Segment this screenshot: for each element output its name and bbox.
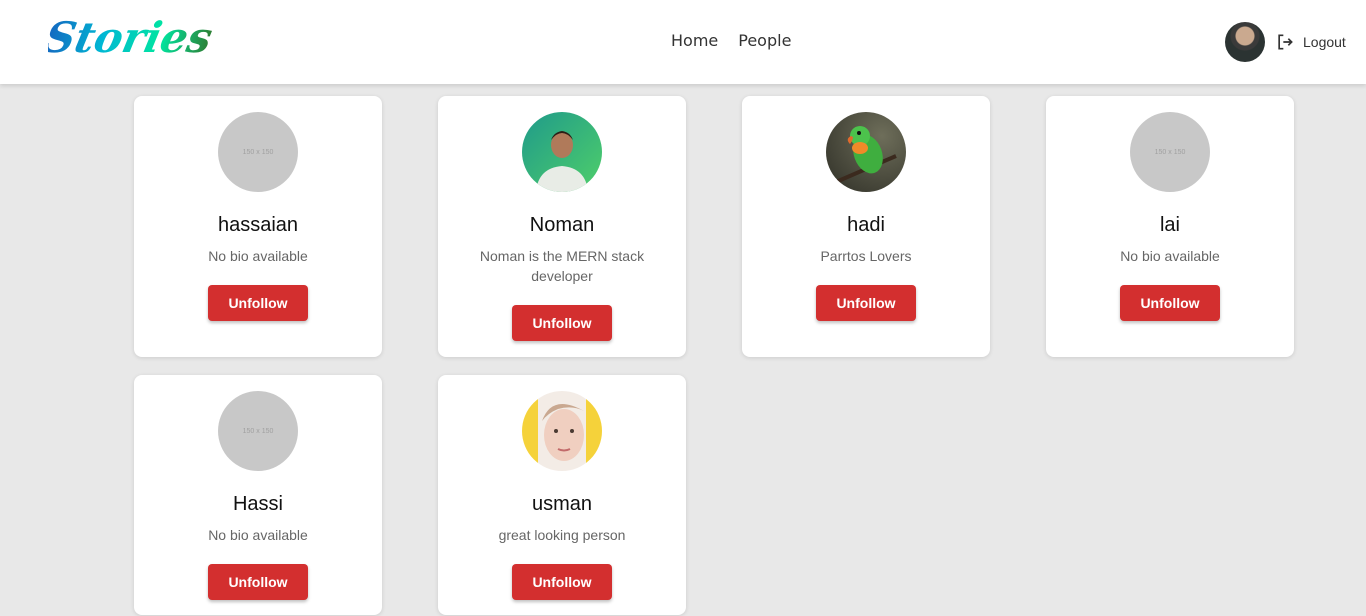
- logout-icon: [1278, 34, 1293, 50]
- navbar: Stories Home People Logout: [0, 0, 1366, 84]
- unfollow-button[interactable]: Unfollow: [512, 564, 612, 600]
- user-avatar[interactable]: [1225, 22, 1265, 62]
- person-name: lai: [1159, 214, 1180, 236]
- person-bio: No bio available: [208, 248, 308, 264]
- person-card: 150 x 150 lai No bio available Unfollow: [1046, 96, 1294, 357]
- person-card: hadi Parrtos Lovers Unfollow: [742, 96, 990, 357]
- nav-people[interactable]: People: [738, 31, 791, 50]
- svg-text:Stories: Stories: [48, 13, 217, 62]
- person-bio: No bio available: [208, 527, 308, 543]
- unfollow-button[interactable]: Unfollow: [1120, 285, 1220, 321]
- person-bio: Parrtos Lovers: [820, 248, 912, 264]
- person-card: 150 x 150 Hassi No bio available Unfollo…: [134, 375, 382, 615]
- avatar-photo: [522, 112, 602, 192]
- unfollow-button[interactable]: Unfollow: [208, 285, 308, 321]
- unfollow-button[interactable]: Unfollow: [208, 564, 308, 600]
- person-name: Noman: [529, 214, 595, 236]
- avatar-photo: [826, 112, 906, 192]
- stories-logo[interactable]: Stories: [48, 6, 220, 70]
- avatar-placeholder: 150 x 150: [218, 112, 298, 192]
- nav-home[interactable]: Home: [671, 31, 718, 50]
- person-photo-icon: [542, 403, 584, 461]
- person-bio: great looking person: [498, 527, 626, 543]
- logout-button[interactable]: Logout: [1275, 32, 1346, 52]
- parrot-photo-icon: [835, 126, 897, 184]
- avatar-placeholder: 150 x 150: [1130, 112, 1210, 192]
- person-name: hadi: [847, 214, 885, 236]
- person-photo-icon: [536, 131, 588, 192]
- person-bio: Noman is the MERN stack developer: [479, 248, 645, 284]
- logout-label: Logout: [1303, 34, 1346, 50]
- person-name: usman: [531, 493, 593, 515]
- unfollow-button[interactable]: Unfollow: [512, 305, 612, 341]
- main-nav: Home People: [671, 31, 791, 50]
- person-name: Hassi: [232, 493, 283, 515]
- unfollow-button[interactable]: Unfollow: [816, 285, 916, 321]
- person-name: hassaian: [217, 214, 299, 236]
- person-card: usman great looking person Unfollow: [438, 375, 686, 615]
- person-card: 150 x 150 hassaian No bio available Unfo…: [134, 96, 382, 357]
- placeholder-label: 150 x 150: [1154, 148, 1186, 156]
- placeholder-label: 150 x 150: [242, 427, 274, 435]
- placeholder-label: 150 x 150: [242, 148, 274, 156]
- person-card: Noman Noman is the MERN stack developer …: [438, 96, 686, 357]
- avatar-photo: [522, 391, 602, 471]
- avatar-placeholder: 150 x 150: [218, 391, 298, 471]
- person-bio: No bio available: [1120, 248, 1220, 264]
